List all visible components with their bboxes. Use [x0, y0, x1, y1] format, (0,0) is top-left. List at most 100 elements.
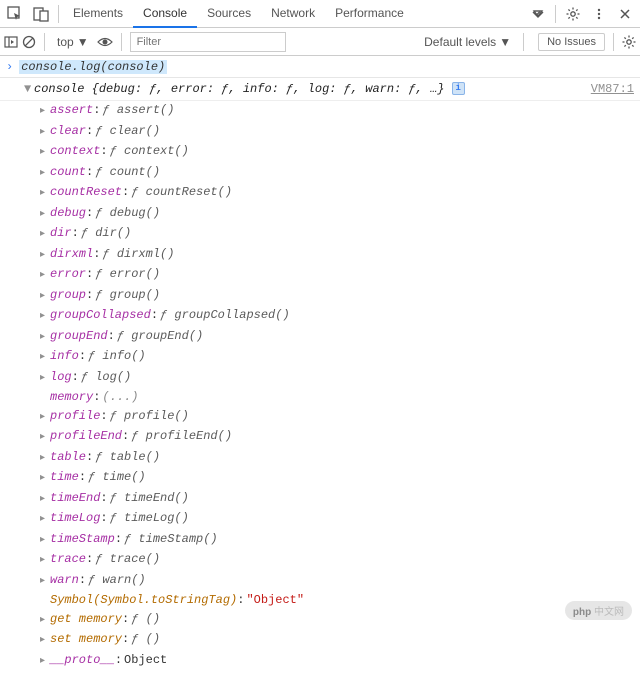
expand-icon[interactable]: ▸: [40, 450, 50, 469]
property-name: groupCollapsed: [50, 306, 151, 325]
property-value: Object: [124, 651, 167, 670]
expand-icon[interactable]: ▸: [40, 532, 50, 551]
expand-icon[interactable]: ▸: [40, 124, 50, 143]
levels-label: Default levels: [424, 35, 496, 49]
property-row[interactable]: ▸__proto__: Object: [40, 651, 640, 672]
filter-input[interactable]: [130, 32, 286, 52]
expand-icon[interactable]: ▼: [24, 82, 34, 96]
property-name: get memory: [50, 610, 122, 629]
inspect-icon[interactable]: [2, 1, 28, 27]
property-name: timeStamp: [50, 530, 115, 549]
levels-dropdown[interactable]: Default levels▼: [420, 33, 515, 51]
clear-console-icon[interactable]: [22, 35, 36, 49]
expand-icon[interactable]: ▸: [40, 491, 50, 510]
property-row[interactable]: ▸timeStamp: ƒ timeStamp(): [40, 530, 640, 551]
object-summary[interactable]: console {debug: ƒ, error: ƒ, info: ƒ, lo…: [34, 82, 591, 96]
tab-console[interactable]: Console: [133, 0, 197, 28]
tab-performance[interactable]: Performance: [325, 0, 414, 28]
gear-icon[interactable]: [560, 1, 586, 27]
property-row[interactable]: ▸groupEnd: ƒ groupEnd(): [40, 327, 640, 348]
property-name: countReset: [50, 183, 122, 202]
kebab-icon[interactable]: [586, 1, 612, 27]
expand-icon[interactable]: ▸: [40, 552, 50, 571]
property-value: ƒ countReset(): [131, 183, 232, 202]
property-row[interactable]: ▸log: ƒ log(): [40, 368, 640, 389]
property-row[interactable]: ▸warn: ƒ warn(): [40, 571, 640, 592]
expand-icon[interactable]: ▸: [40, 370, 50, 389]
expand-icon[interactable]: ▸: [40, 206, 50, 225]
sidebar-toggle-icon[interactable]: [4, 35, 18, 49]
property-value: ƒ profile(): [110, 407, 189, 426]
property-row[interactable]: ▸group: ƒ group(): [40, 286, 640, 307]
property-row[interactable]: ▸dirxml: ƒ dirxml(): [40, 245, 640, 266]
expand-icon[interactable]: ▸: [40, 349, 50, 368]
tab-elements[interactable]: Elements: [63, 0, 133, 28]
source-link[interactable]: VM87:1: [591, 82, 634, 96]
expand-icon[interactable]: ▸: [40, 632, 50, 651]
property-row[interactable]: ▸debug: ƒ debug(): [40, 204, 640, 225]
expand-icon[interactable]: ▸: [40, 247, 50, 266]
console-toolbar: top▼ Default levels▼ No Issues: [0, 28, 640, 56]
expand-icon[interactable]: ▸: [40, 308, 50, 327]
property-row[interactable]: ▸dir: ƒ dir(): [40, 224, 640, 245]
expand-icon[interactable]: ▸: [40, 653, 50, 672]
property-value: ƒ timeStamp(): [124, 530, 218, 549]
close-icon[interactable]: [612, 1, 638, 27]
expand-icon[interactable]: ▸: [40, 185, 50, 204]
property-row[interactable]: Symbol(Symbol.toStringTag): "Object": [40, 591, 640, 610]
property-value: ƒ time(): [88, 468, 146, 487]
gear-icon[interactable]: [622, 35, 636, 49]
property-value: ƒ dirxml(): [102, 245, 174, 264]
property-name: timeEnd: [50, 489, 100, 508]
property-row[interactable]: ▸timeLog: ƒ timeLog(): [40, 509, 640, 530]
property-row[interactable]: ▸timeEnd: ƒ timeEnd(): [40, 489, 640, 510]
property-row[interactable]: ▸count: ƒ count(): [40, 163, 640, 184]
device-toggle-icon[interactable]: [28, 1, 54, 27]
chevron-right-icon: ›: [6, 60, 13, 74]
property-row[interactable]: ▸trace: ƒ trace(): [40, 550, 640, 571]
context-dropdown[interactable]: top▼: [53, 33, 93, 51]
property-row[interactable]: ▸profileEnd: ƒ profileEnd(): [40, 427, 640, 448]
tab-network[interactable]: Network: [261, 0, 325, 28]
property-row[interactable]: ▸groupCollapsed: ƒ groupCollapsed(): [40, 306, 640, 327]
property-name: profileEnd: [50, 427, 122, 446]
property-row[interactable]: ▸assert: ƒ assert(): [40, 101, 640, 122]
expand-icon[interactable]: ▸: [40, 226, 50, 245]
expand-icon[interactable]: ▸: [40, 612, 50, 631]
issues-button[interactable]: No Issues: [538, 33, 605, 51]
expand-icon[interactable]: ▸: [40, 288, 50, 307]
expand-icon[interactable]: ▸: [40, 511, 50, 530]
eye-icon[interactable]: [97, 36, 113, 48]
property-row[interactable]: ▸set memory: ƒ (): [40, 630, 640, 651]
property-row[interactable]: ▸get memory: ƒ (): [40, 610, 640, 631]
expand-icon[interactable]: ▸: [40, 329, 50, 348]
property-value: ƒ (): [131, 630, 160, 649]
property-row[interactable]: ▸info: ƒ info(): [40, 347, 640, 368]
property-row[interactable]: ▸time: ƒ time(): [40, 468, 640, 489]
property-name: warn: [50, 571, 79, 590]
expand-icon[interactable]: ▸: [40, 267, 50, 286]
property-value: ƒ table(): [95, 448, 160, 467]
property-row[interactable]: ▸table: ƒ table(): [40, 448, 640, 469]
info-icon[interactable]: i: [452, 82, 465, 95]
property-row[interactable]: ▸countReset: ƒ countReset(): [40, 183, 640, 204]
property-value: ƒ assert(): [102, 101, 174, 120]
more-tabs-icon[interactable]: [525, 1, 551, 27]
expand-icon[interactable]: ▸: [40, 103, 50, 122]
property-row[interactable]: ▸clear: ƒ clear(): [40, 122, 640, 143]
expand-icon[interactable]: ▸: [40, 470, 50, 489]
expand-icon[interactable]: ▸: [40, 429, 50, 448]
property-row[interactable]: ▸context: ƒ context(): [40, 142, 640, 163]
property-name: __proto__: [50, 651, 115, 670]
property-value: ƒ trace(): [95, 550, 160, 569]
property-row[interactable]: memory: (...): [40, 388, 640, 407]
tab-sources[interactable]: Sources: [197, 0, 261, 28]
separator: [523, 33, 524, 51]
property-value: ƒ clear(): [95, 122, 160, 141]
expand-icon[interactable]: ▸: [40, 144, 50, 163]
property-row[interactable]: ▸profile: ƒ profile(): [40, 407, 640, 428]
expand-icon[interactable]: ▸: [40, 165, 50, 184]
property-row[interactable]: ▸error: ƒ error(): [40, 265, 640, 286]
expand-icon[interactable]: ▸: [40, 409, 50, 428]
expand-icon[interactable]: ▸: [40, 573, 50, 592]
